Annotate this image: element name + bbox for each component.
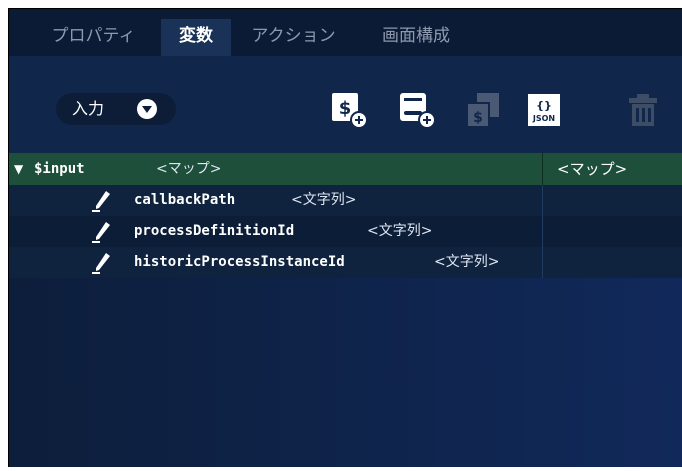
variable-type: <文字列> bbox=[367, 223, 433, 239]
tab-variables[interactable]: 変数 bbox=[161, 19, 231, 56]
scope-dropdown[interactable]: 入力 bbox=[56, 93, 176, 125]
variable-name: $input bbox=[34, 161, 85, 177]
variable-value-type: <マップ> bbox=[557, 160, 628, 178]
variable-type: <マップ> bbox=[156, 161, 222, 177]
add-variable-button[interactable]: $ bbox=[329, 90, 369, 130]
pencil-icon bbox=[91, 251, 111, 275]
variable-name: processDefinitionId bbox=[134, 223, 295, 239]
tab-bar: プロパティ 変数 アクション 画面構成 bbox=[9, 9, 682, 57]
variable-type: <文字列> bbox=[291, 192, 357, 208]
column-divider bbox=[542, 185, 543, 216]
column-divider bbox=[542, 216, 543, 247]
tree-row[interactable]: historicProcessInstanceId <文字列> bbox=[9, 247, 682, 278]
variable-type: <文字列> bbox=[434, 254, 500, 270]
add-variable-icon: $ bbox=[332, 93, 368, 129]
svg-text:$: $ bbox=[339, 98, 352, 119]
json-button[interactable]: {} JSON bbox=[524, 90, 564, 130]
variables-panel: プロパティ 変数 アクション 画面構成 入力 $ $ {} JSON ▼ $in… bbox=[8, 8, 682, 467]
chevron-down-icon bbox=[137, 99, 157, 119]
variable-name: historicProcessInstanceId bbox=[134, 254, 345, 270]
tree-row[interactable]: processDefinitionId <文字列> bbox=[9, 216, 682, 247]
add-field-button[interactable] bbox=[397, 90, 437, 130]
svg-text:$: $ bbox=[473, 110, 483, 126]
copy-variable-icon: $ bbox=[466, 93, 499, 128]
pencil-icon bbox=[91, 220, 111, 244]
tree-row-root[interactable]: ▼ $input <マップ> <マップ> bbox=[9, 153, 682, 185]
delete-button[interactable] bbox=[623, 90, 663, 130]
tab-screen-layout[interactable]: 画面構成 bbox=[356, 19, 476, 56]
tab-actions[interactable]: アクション bbox=[231, 19, 356, 56]
trash-icon bbox=[629, 94, 657, 126]
tree-row[interactable]: callbackPath <文字列> bbox=[9, 185, 682, 216]
svg-text:{}: {} bbox=[536, 99, 552, 112]
add-field-icon bbox=[400, 93, 436, 129]
column-divider bbox=[542, 247, 543, 278]
column-divider bbox=[542, 153, 543, 185]
json-icon: {} JSON bbox=[528, 94, 560, 126]
expand-toggle-icon[interactable]: ▼ bbox=[14, 153, 23, 185]
copy-variable-button[interactable]: $ bbox=[463, 90, 503, 130]
empty-area bbox=[9, 278, 682, 467]
json-label: JSON bbox=[532, 114, 555, 123]
pencil-icon bbox=[91, 189, 111, 213]
toolbar: 入力 $ $ {} JSON bbox=[9, 56, 682, 153]
tab-properties[interactable]: プロパティ bbox=[26, 19, 161, 56]
variable-name: callbackPath bbox=[134, 192, 236, 208]
scope-dropdown-value: 入力 bbox=[72, 99, 105, 118]
